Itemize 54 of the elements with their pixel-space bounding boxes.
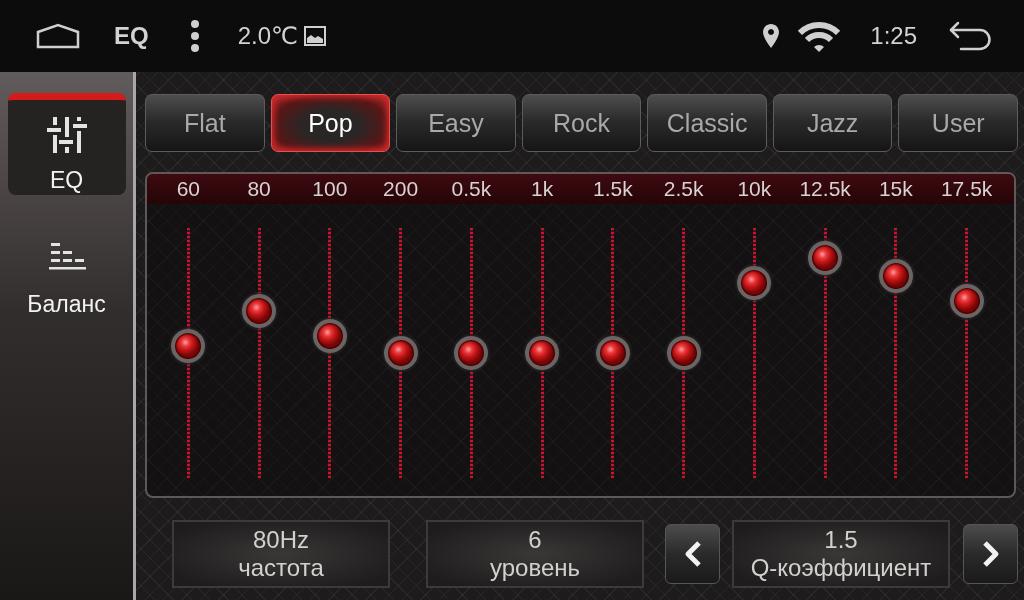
preset-tab[interactable]: Classic <box>647 94 767 152</box>
level-bars-icon <box>47 243 86 271</box>
wifi-icon <box>796 19 843 53</box>
home-icon[interactable] <box>36 23 80 49</box>
readout-value: 6 <box>528 526 542 554</box>
previous-button[interactable] <box>665 524 720 584</box>
back-icon[interactable] <box>947 21 993 51</box>
slider-knob[interactable] <box>454 336 489 370</box>
slider-knob[interactable] <box>383 336 418 370</box>
slider-knob[interactable] <box>949 283 984 318</box>
preset-tab[interactable]: Easy <box>396 94 516 152</box>
slider-knob[interactable] <box>525 336 560 370</box>
next-button[interactable] <box>963 524 1018 584</box>
image-icon <box>304 26 326 46</box>
slider-knob[interactable] <box>312 318 347 353</box>
readout-label: частота <box>238 554 324 582</box>
slider-knob[interactable] <box>878 258 913 293</box>
readout-value: 80Hz <box>253 526 309 554</box>
readout-label: Q-коэффициент <box>750 554 932 582</box>
app-title: EQ <box>114 22 149 50</box>
slider-knob[interactable] <box>808 241 843 275</box>
preset-tab[interactable]: Jazz <box>772 94 893 152</box>
band-label: 100 <box>312 177 348 201</box>
band-label: 1k <box>531 177 554 201</box>
slider-knob[interactable] <box>666 336 701 370</box>
slider-knob[interactable] <box>595 336 630 370</box>
band-label: 1.5k <box>593 177 633 201</box>
sliders-icon <box>46 117 87 153</box>
clock-time: 1:25 <box>870 22 917 50</box>
preset-tab[interactable]: User <box>898 94 1019 152</box>
readout-value: 1.5 <box>824 526 858 554</box>
chevron-right-icon <box>981 540 1000 568</box>
band-label: 10k <box>737 177 772 201</box>
band-label: 80 <box>247 177 271 201</box>
menu-icon[interactable] <box>189 19 200 53</box>
slider-knob[interactable] <box>737 266 772 300</box>
slider-knob[interactable] <box>242 293 277 328</box>
band-label: 2.5k <box>663 177 704 201</box>
temperature-text: 2.0℃ <box>237 22 298 50</box>
band-label: 200 <box>383 177 419 201</box>
slider-knob[interactable] <box>171 328 206 363</box>
preset-tab[interactable]: Rock <box>521 94 642 152</box>
band-label: 60 <box>176 177 201 201</box>
band-label: 17.5k <box>940 177 993 201</box>
sidebar-tab[interactable]: EQ <box>7 93 126 195</box>
readout-label: уровень <box>490 554 580 582</box>
sidebar-tab[interactable]: Баланс <box>7 219 126 321</box>
band-label: 0.5k <box>451 177 492 201</box>
band-label: 12.5k <box>799 177 851 201</box>
chevron-left-icon <box>683 540 702 568</box>
location-pin-icon <box>763 24 780 48</box>
preset-tab[interactable]: Pop <box>270 94 391 152</box>
band-label: 15k <box>878 177 913 201</box>
preset-tab[interactable]: Flat <box>145 94 265 152</box>
